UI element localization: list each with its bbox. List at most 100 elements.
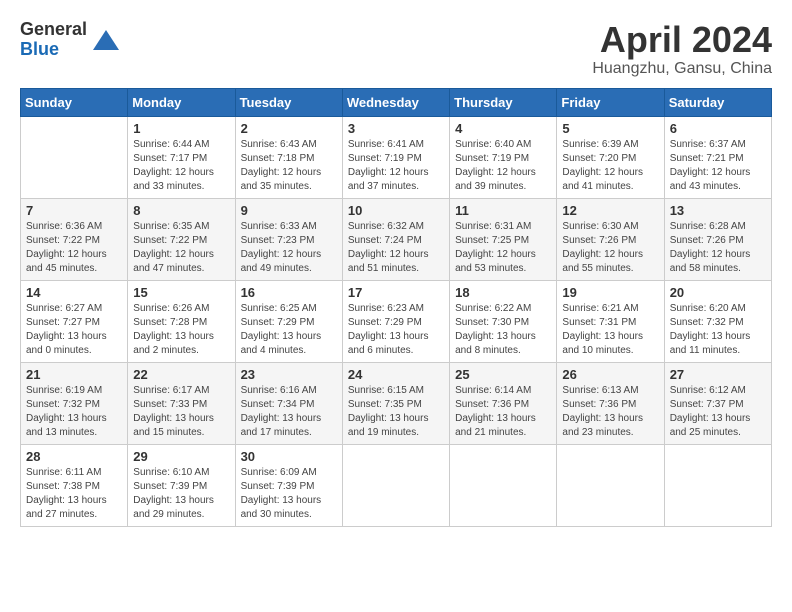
- logo-icon: [91, 25, 121, 55]
- location-text: Huangzhu, Gansu, China: [592, 60, 772, 78]
- calendar-cell: 27 Sunrise: 6:12 AMSunset: 7:37 PMDayligh…: [664, 362, 771, 444]
- day-info: Sunrise: 6:16 AMSunset: 7:34 PMDaylight:…: [241, 384, 337, 440]
- day-number: 1: [133, 121, 229, 136]
- calendar-cell: 1 Sunrise: 6:44 AMSunset: 7:17 PMDaylight…: [128, 116, 235, 198]
- day-number: 15: [133, 285, 229, 300]
- day-info: Sunrise: 6:30 AMSunset: 7:26 PMDaylight:…: [562, 220, 658, 276]
- calendar-cell: 17 Sunrise: 6:23 AMSunset: 7:29 PMDayligh…: [342, 280, 449, 362]
- title-section: April 2024 Huangzhu, Gansu, China: [592, 20, 772, 78]
- calendar-week-row: 1 Sunrise: 6:44 AMSunset: 7:17 PMDaylight…: [21, 116, 772, 198]
- calendar-header-row: SundayMondayTuesdayWednesdayThursdayFrid…: [21, 88, 772, 116]
- day-number: 4: [455, 121, 551, 136]
- calendar-cell: 29Sunrise: 6:10 AMSunset: 7:39 PMDayligh…: [128, 444, 235, 526]
- day-number: 16: [241, 285, 337, 300]
- calendar-cell: 2Sunrise: 6:43 AMSunset: 7:18 PMDaylight…: [235, 116, 342, 198]
- calendar-cell: [342, 444, 449, 526]
- day-number: 20: [670, 285, 766, 300]
- day-info: Sunrise: 6:26 AMSunset: 7:28 PMDaylight:…: [133, 302, 229, 358]
- calendar-header-friday: Friday: [557, 88, 664, 116]
- day-number: 10: [348, 203, 444, 218]
- calendar-cell: 25Sunrise: 6:14 AMSunset: 7:36 PMDayligh…: [450, 362, 557, 444]
- calendar-cell: 9 Sunrise: 6:33 AMSunset: 7:23 PMDaylight…: [235, 198, 342, 280]
- calendar-cell: 7 Sunrise: 6:36 AMSunset: 7:22 PMDaylight…: [21, 198, 128, 280]
- calendar-cell: 8 Sunrise: 6:35 AMSunset: 7:22 PMDaylight…: [128, 198, 235, 280]
- month-title: April 2024: [592, 20, 772, 60]
- calendar-cell: 23 Sunrise: 6:16 AMSunset: 7:34 PMDayligh…: [235, 362, 342, 444]
- calendar-cell: 18Sunrise: 6:22 AMSunset: 7:30 PMDayligh…: [450, 280, 557, 362]
- day-info: Sunrise: 6:27 AMSunset: 7:27 PMDaylight:…: [26, 302, 122, 358]
- day-info: Sunrise: 6:09 AMSunset: 7:39 PMDaylight:…: [241, 466, 337, 522]
- calendar-cell: 14Sunrise: 6:27 AMSunset: 7:27 PMDayligh…: [21, 280, 128, 362]
- day-number: 11: [455, 203, 551, 218]
- day-info: Sunrise: 6:13 AMSunset: 7:36 PMDaylight:…: [562, 384, 658, 440]
- calendar-header-wednesday: Wednesday: [342, 88, 449, 116]
- calendar-cell: 21 Sunrise: 6:19 AMSunset: 7:32 PMDayligh…: [21, 362, 128, 444]
- calendar-cell: 12 Sunrise: 6:30 AMSunset: 7:26 PMDayligh…: [557, 198, 664, 280]
- day-number: 21: [26, 367, 122, 382]
- calendar-cell: 16Sunrise: 6:25 AMSunset: 7:29 PMDayligh…: [235, 280, 342, 362]
- logo: General Blue: [20, 20, 121, 60]
- calendar-header-saturday: Saturday: [664, 88, 771, 116]
- calendar-cell: 4 Sunrise: 6:40 AMSunset: 7:19 PMDaylight…: [450, 116, 557, 198]
- day-info: Sunrise: 6:22 AMSunset: 7:30 PMDaylight:…: [455, 302, 551, 358]
- day-info: Sunrise: 6:14 AMSunset: 7:36 PMDaylight:…: [455, 384, 551, 440]
- day-number: 9: [241, 203, 337, 218]
- calendar-cell: [21, 116, 128, 198]
- calendar-cell: 22Sunrise: 6:17 AMSunset: 7:33 PMDayligh…: [128, 362, 235, 444]
- day-info: Sunrise: 6:28 AMSunset: 7:26 PMDaylight:…: [670, 220, 766, 276]
- day-number: 24: [348, 367, 444, 382]
- calendar-week-row: 14Sunrise: 6:27 AMSunset: 7:27 PMDayligh…: [21, 280, 772, 362]
- calendar-cell: [557, 444, 664, 526]
- calendar-header-thursday: Thursday: [450, 88, 557, 116]
- day-info: Sunrise: 6:33 AMSunset: 7:23 PMDaylight:…: [241, 220, 337, 276]
- day-info: Sunrise: 6:20 AMSunset: 7:32 PMDaylight:…: [670, 302, 766, 358]
- calendar-cell: 20 Sunrise: 6:20 AMSunset: 7:32 PMDayligh…: [664, 280, 771, 362]
- day-info: Sunrise: 6:19 AMSunset: 7:32 PMDaylight:…: [26, 384, 122, 440]
- calendar-cell: 19 Sunrise: 6:21 AMSunset: 7:31 PMDayligh…: [557, 280, 664, 362]
- day-info: Sunrise: 6:15 AMSunset: 7:35 PMDaylight:…: [348, 384, 444, 440]
- calendar-table: SundayMondayTuesdayWednesdayThursdayFrid…: [20, 88, 772, 527]
- day-info: Sunrise: 6:44 AMSunset: 7:17 PMDaylight:…: [133, 138, 229, 194]
- day-info: Sunrise: 6:36 AMSunset: 7:22 PMDaylight:…: [26, 220, 122, 276]
- day-number: 26: [562, 367, 658, 382]
- calendar-cell: [450, 444, 557, 526]
- day-info: Sunrise: 6:43 AMSunset: 7:18 PMDaylight:…: [241, 138, 337, 194]
- calendar-cell: 5Sunrise: 6:39 AMSunset: 7:20 PMDaylight…: [557, 116, 664, 198]
- day-info: Sunrise: 6:31 AMSunset: 7:25 PMDaylight:…: [455, 220, 551, 276]
- calendar-cell: 3Sunrise: 6:41 AMSunset: 7:19 PMDaylight…: [342, 116, 449, 198]
- calendar-header-sunday: Sunday: [21, 88, 128, 116]
- day-number: 28: [26, 449, 122, 464]
- day-number: 5: [562, 121, 658, 136]
- day-number: 30: [241, 449, 337, 464]
- day-number: 12: [562, 203, 658, 218]
- calendar-cell: 11 Sunrise: 6:31 AMSunset: 7:25 PMDayligh…: [450, 198, 557, 280]
- day-number: 19: [562, 285, 658, 300]
- day-info: Sunrise: 6:40 AMSunset: 7:19 PMDaylight:…: [455, 138, 551, 194]
- page-header: General Blue April 2024 Huangzhu, Gansu,…: [20, 20, 772, 78]
- calendar-cell: 6Sunrise: 6:37 AMSunset: 7:21 PMDaylight…: [664, 116, 771, 198]
- calendar-cell: [664, 444, 771, 526]
- day-info: Sunrise: 6:21 AMSunset: 7:31 PMDaylight:…: [562, 302, 658, 358]
- logo-general-text: General: [20, 20, 87, 40]
- day-number: 17: [348, 285, 444, 300]
- calendar-week-row: 7 Sunrise: 6:36 AMSunset: 7:22 PMDaylight…: [21, 198, 772, 280]
- calendar-week-row: 28 Sunrise: 6:11 AMSunset: 7:38 PMDayligh…: [21, 444, 772, 526]
- day-number: 7: [26, 203, 122, 218]
- day-info: Sunrise: 6:11 AMSunset: 7:38 PMDaylight:…: [26, 466, 122, 522]
- calendar-header-tuesday: Tuesday: [235, 88, 342, 116]
- calendar-cell: 26 Sunrise: 6:13 AMSunset: 7:36 PMDayligh…: [557, 362, 664, 444]
- day-info: Sunrise: 6:12 AMSunset: 7:37 PMDaylight:…: [670, 384, 766, 440]
- day-number: 27: [670, 367, 766, 382]
- day-number: 23: [241, 367, 337, 382]
- calendar-cell: 10 Sunrise: 6:32 AMSunset: 7:24 PMDayligh…: [342, 198, 449, 280]
- day-info: Sunrise: 6:37 AMSunset: 7:21 PMDaylight:…: [670, 138, 766, 194]
- logo-blue-text: Blue: [20, 40, 87, 60]
- day-info: Sunrise: 6:32 AMSunset: 7:24 PMDaylight:…: [348, 220, 444, 276]
- day-info: Sunrise: 6:17 AMSunset: 7:33 PMDaylight:…: [133, 384, 229, 440]
- day-info: Sunrise: 6:23 AMSunset: 7:29 PMDaylight:…: [348, 302, 444, 358]
- day-number: 3: [348, 121, 444, 136]
- calendar-week-row: 21 Sunrise: 6:19 AMSunset: 7:32 PMDayligh…: [21, 362, 772, 444]
- calendar-cell: 13Sunrise: 6:28 AMSunset: 7:26 PMDayligh…: [664, 198, 771, 280]
- day-number: 8: [133, 203, 229, 218]
- day-info: Sunrise: 6:35 AMSunset: 7:22 PMDaylight:…: [133, 220, 229, 276]
